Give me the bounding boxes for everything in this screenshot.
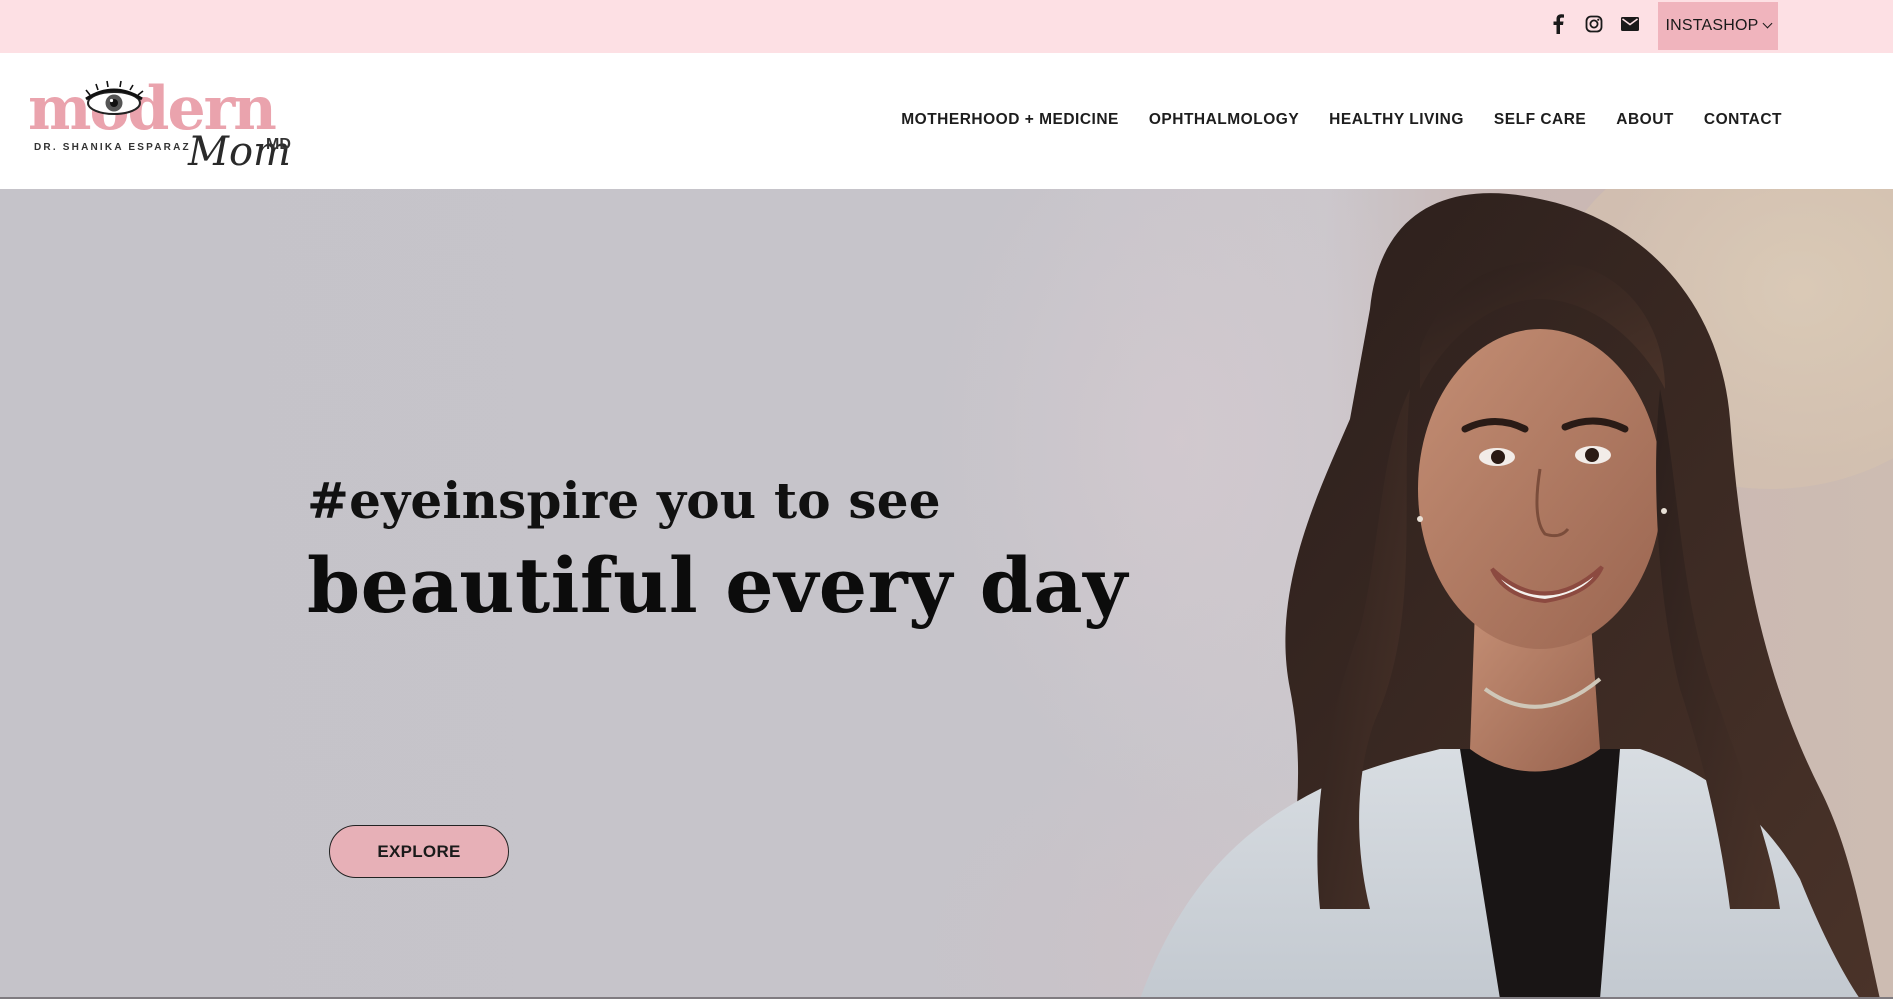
top-bar: INSTASHOP: [0, 0, 1893, 53]
explore-button[interactable]: EXPLORE: [329, 825, 509, 878]
nav-item-contact[interactable]: CONTACT: [1704, 111, 1782, 129]
facebook-icon[interactable]: [1548, 14, 1568, 34]
nav-item-self-care[interactable]: SELF CARE: [1494, 111, 1586, 129]
social-links: [1548, 14, 1656, 34]
main-nav: MOTHERHOOD + MEDICINE OPHTHALMOLOGY HEAL…: [901, 111, 1782, 129]
instashop-dropdown[interactable]: INSTASHOP: [1658, 2, 1778, 50]
logo-suffix: MD: [266, 136, 291, 153]
nav-item-motherhood-medicine[interactable]: MOTHERHOOD + MEDICINE: [901, 111, 1119, 129]
nav-item-ophthalmology[interactable]: OPHTHALMOLOGY: [1149, 111, 1299, 129]
site-header: modern DR. SHANIKA ESPARAZ Mom MD MOTHER…: [0, 53, 1893, 189]
site-logo[interactable]: modern DR. SHANIKA ESPARAZ Mom MD: [28, 73, 298, 173]
hero-banner: #eyeinspire you to see beautiful every d…: [0, 189, 1893, 999]
chevron-down-icon: [1762, 18, 1772, 29]
instashop-label: INSTASHOP: [1665, 17, 1759, 34]
nav-item-about[interactable]: ABOUT: [1616, 111, 1674, 129]
hero-heading-line1: #eyeinspire you to see: [307, 471, 941, 530]
nav-item-healthy-living[interactable]: HEALTHY LIVING: [1329, 111, 1464, 129]
logo-tagline: DR. SHANIKA ESPARAZ: [34, 142, 191, 153]
instagram-icon[interactable]: [1584, 14, 1604, 34]
hero-heading-line2: beautiful every day: [307, 541, 1128, 630]
hero-portrait-image: [1140, 189, 1893, 999]
email-icon[interactable]: [1620, 14, 1640, 34]
